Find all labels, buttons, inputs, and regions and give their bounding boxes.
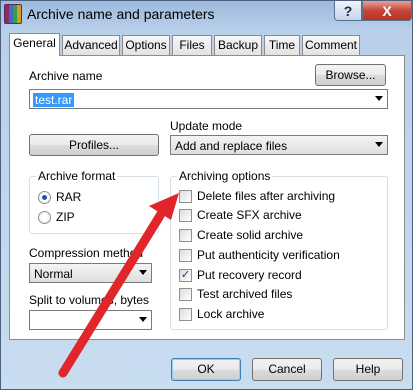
close-icon: X [382, 2, 392, 19]
option-test-files[interactable]: Test archived files [179, 286, 292, 302]
option-create-sfx[interactable]: Create SFX archive [179, 207, 302, 223]
question-icon: ? [343, 2, 353, 19]
window-title: Archive name and parameters [27, 6, 215, 22]
chevron-down-icon[interactable] [375, 142, 383, 147]
checkbox[interactable] [179, 189, 192, 203]
browse-button[interactable]: Browse... [315, 64, 386, 86]
tab-options[interactable]: Options [122, 35, 170, 55]
checkbox[interactable] [179, 228, 192, 242]
tab-files[interactable]: Files [172, 35, 212, 55]
tab-time[interactable]: Time [264, 35, 300, 55]
title-help-button[interactable]: ? [334, 1, 362, 21]
update-mode-label: Update mode [170, 119, 243, 133]
split-volumes-label: Split to volumes, bytes [29, 293, 150, 307]
archiving-options-group: Archiving options Delete files after arc… [170, 169, 388, 330]
cancel-button[interactable]: Cancel [252, 358, 322, 381]
radio-zip-label: ZIP [56, 210, 75, 224]
compression-method-label: Compression method [29, 246, 144, 260]
radio-button[interactable] [38, 210, 51, 224]
option-create-solid-label: Create solid archive [197, 228, 304, 242]
option-authenticity-label: Put authenticity verification [197, 248, 340, 262]
checkbox[interactable] [179, 248, 192, 262]
archive-format-label: Archive format [36, 169, 118, 183]
general-panel: Archive name Browse... test.rar Profiles… [9, 55, 405, 340]
dialog-window: Archive name and parameters ? X General … [0, 0, 413, 390]
checkbox[interactable] [179, 208, 192, 222]
ok-button[interactable]: OK [171, 358, 241, 381]
update-mode-select[interactable]: Add and replace files [170, 135, 388, 155]
compression-method-select[interactable]: Normal [29, 263, 152, 283]
tab-general[interactable]: General [9, 33, 60, 56]
option-create-solid[interactable]: Create solid archive [179, 227, 303, 243]
checkbox[interactable] [179, 307, 192, 321]
archive-name-label: Archive name [29, 69, 103, 83]
option-recovery-record-label: Put recovery record [197, 268, 302, 282]
split-volumes-combo[interactable] [29, 310, 152, 330]
chevron-down-icon[interactable] [139, 317, 147, 322]
title-bar[interactable]: Archive name and parameters ? X [1, 1, 412, 29]
checkbox-checked[interactable]: ✓ [179, 268, 192, 282]
option-lock-archive-label: Lock archive [197, 307, 265, 321]
tab-advanced[interactable]: Advanced [62, 35, 120, 55]
option-authenticity[interactable]: Put authenticity verification [179, 247, 340, 263]
title-close-button[interactable]: X [362, 1, 412, 21]
option-delete-files-label: Delete files after archiving [197, 189, 336, 203]
profiles-button[interactable]: Profiles... [29, 134, 159, 156]
radio-rar[interactable]: RAR [38, 189, 81, 205]
chevron-down-icon[interactable] [139, 270, 147, 275]
option-lock-archive[interactable]: Lock archive [179, 306, 264, 322]
archive-name-combo[interactable]: test.rar [29, 89, 388, 109]
radio-zip[interactable]: ZIP [38, 209, 75, 225]
archive-format-group: Archive format RAR ZIP [29, 169, 159, 234]
help-button[interactable]: Help [333, 358, 403, 381]
option-test-files-label: Test archived files [197, 287, 293, 301]
option-create-sfx-label: Create SFX archive [197, 208, 302, 222]
archiving-options-label: Archiving options [177, 169, 273, 183]
option-delete-files[interactable]: Delete files after archiving [179, 188, 335, 204]
update-mode-value: Add and replace files [175, 139, 288, 153]
tab-comment[interactable]: Comment [302, 35, 360, 55]
radio-rar-label: RAR [56, 190, 82, 204]
winrar-app-icon [4, 4, 22, 24]
check-icon: ✓ [180, 268, 191, 281]
chevron-down-icon[interactable] [375, 96, 383, 101]
option-recovery-record[interactable]: ✓ Put recovery record [179, 267, 302, 283]
tab-backup[interactable]: Backup [214, 35, 262, 55]
compression-method-value: Normal [34, 267, 73, 281]
checkbox[interactable] [179, 287, 192, 301]
radio-button-selected[interactable] [38, 190, 51, 204]
archive-name-input[interactable]: test.rar [33, 93, 75, 107]
